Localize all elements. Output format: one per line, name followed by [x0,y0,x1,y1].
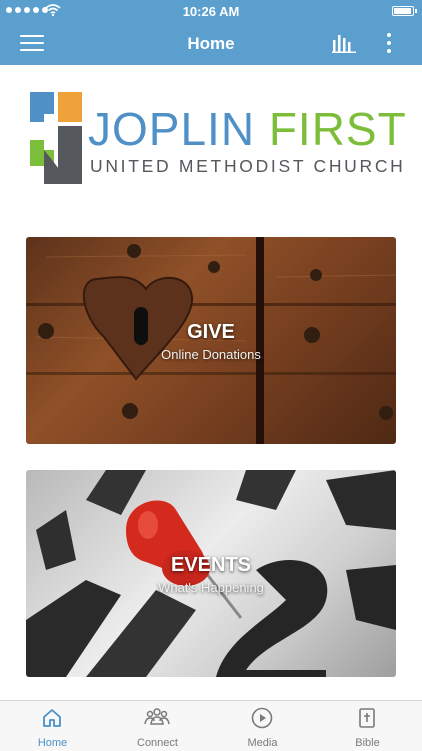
play-icon [251,707,273,729]
cross-logo-icon [30,92,82,184]
tab-home-label: Home [37,737,68,749]
church-logo: JOPLIN FIRST UNITED METHODIST CHURCH [30,92,406,188]
give-title: GIVE [187,321,235,343]
status-bar: 10:26 AM [0,0,422,22]
nav-bar: Home [0,22,422,65]
more-options-icon[interactable] [382,31,396,55]
tab-bible-label: Bible [355,737,380,749]
tab-connect-label: Connect [137,737,178,749]
logo-subtitle: UNITED METHODIST CHURCH [90,156,406,176]
tab-media-label: Media [247,737,278,749]
audio-bars-icon[interactable] [332,32,356,54]
logo-name: JOPLIN FIRST [88,103,407,155]
tab-bar: Home Connect Media Bible [0,700,422,751]
events-card[interactable]: EVENTS What's Happening [26,470,396,677]
events-title: EVENTS [170,554,252,576]
give-card[interactable]: GIVE Online Donations [26,237,396,444]
people-icon [144,708,170,725]
events-subtitle: What's Happening [158,580,264,595]
tab-media[interactable]: Media [210,701,315,751]
page-title: Home [187,34,235,53]
tab-connect[interactable]: Connect [105,701,210,751]
status-time: 10:26 AM [182,4,240,19]
bible-icon [359,708,375,728]
home-icon [43,709,61,727]
tab-home[interactable]: Home [0,701,105,751]
give-subtitle: Online Donations [161,347,261,362]
battery-icon [392,6,417,16]
tab-bible[interactable]: Bible [315,701,420,751]
